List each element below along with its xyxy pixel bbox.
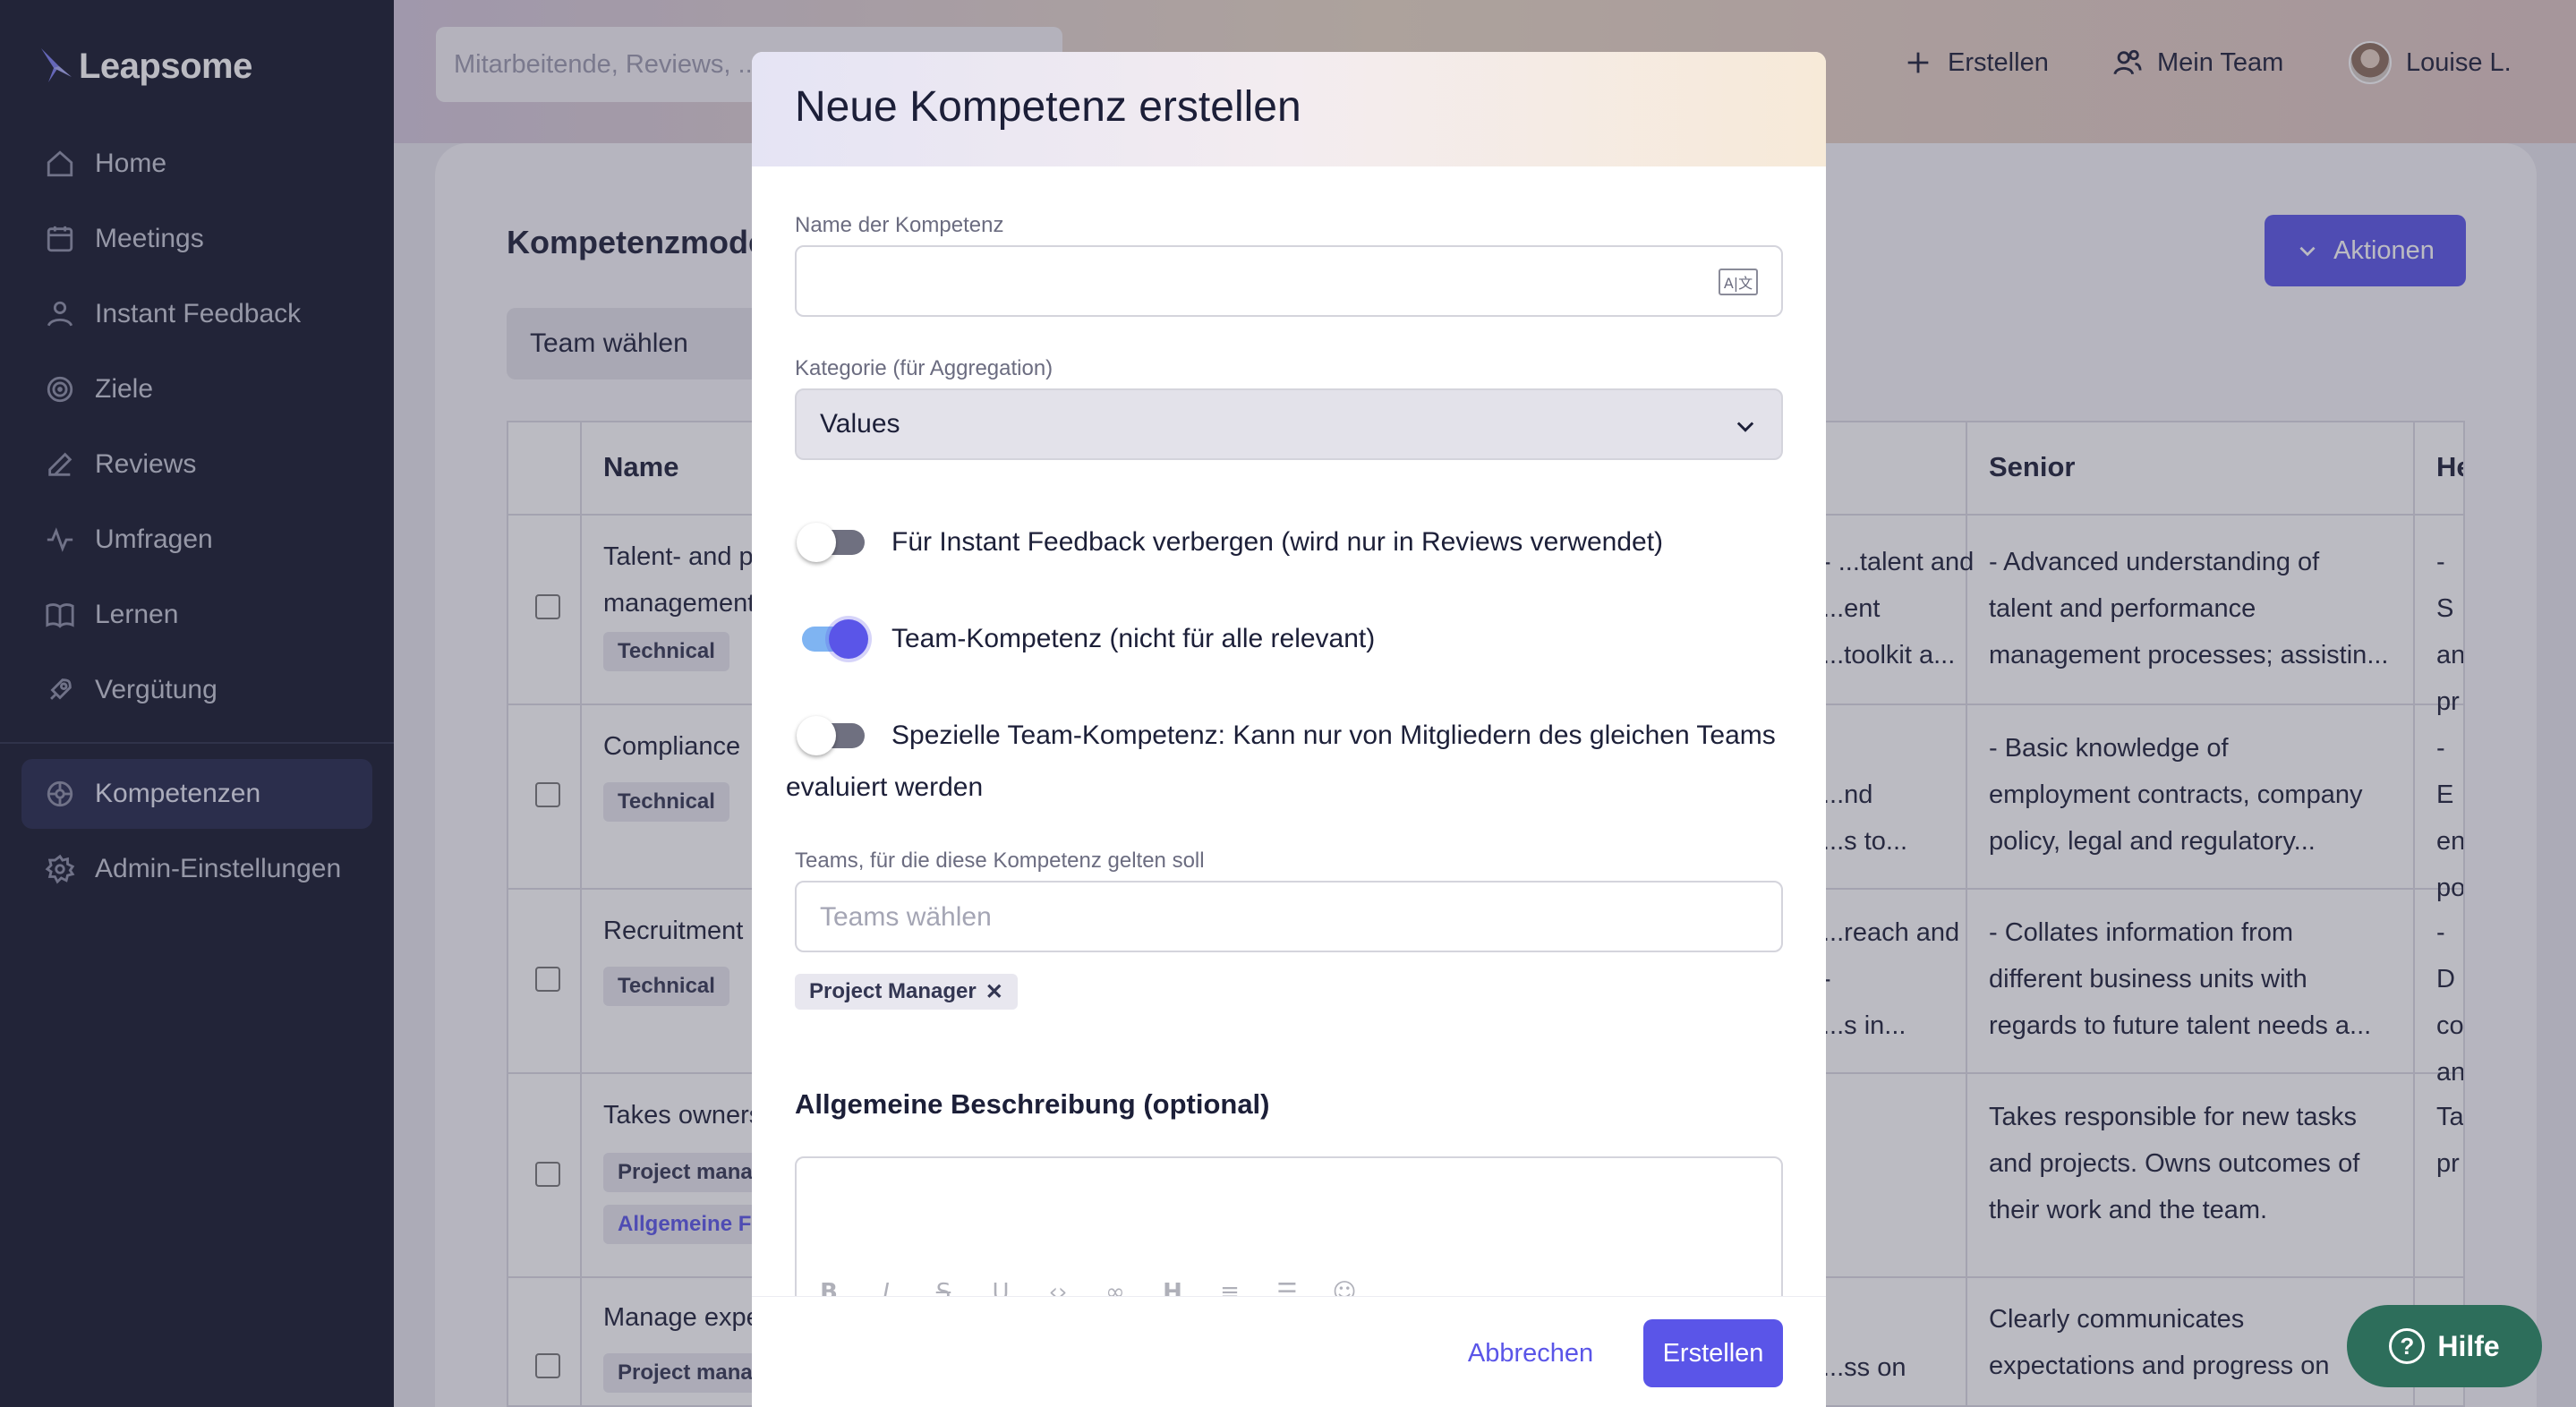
hide-instant-feedback-label: Für Instant Feedback verbergen (wird nur… [891,527,1664,557]
remove-chip-icon[interactable]: ✕ [985,979,1003,1005]
category-field-label: Kategorie (für Aggregation) [795,356,1053,380]
competency-name-input[interactable]: A|文 [795,245,1783,317]
modal-title: Neue Kompetenz erstellen [795,83,1301,131]
selected-team-chip: Project Manager ✕ [795,974,1018,1010]
help-button[interactable]: ? Hilfe [2347,1305,2542,1387]
translate-icon[interactable]: A|文 [1719,269,1758,295]
chevron-down-icon [1736,422,1754,432]
toggle-knob [829,619,868,659]
category-select[interactable]: Values [795,388,1783,460]
team-competency-label: Team-Kompetenz (nicht für alle relevant) [891,624,1376,653]
cancel-button[interactable]: Abbrechen [1459,1319,1602,1387]
special-team-competency-toggle[interactable] [797,716,865,755]
selected-team-label: Project Manager [809,979,977,1003]
team-competency-toggle[interactable] [802,619,868,659]
name-field-label: Name der Kompetenz [795,213,1004,237]
special-team-competency-label: Spezielle Team-Kompetenz: Kann nur von M… [891,721,1776,750]
hide-instant-feedback-toggle[interactable] [797,523,865,562]
help-label: Hilfe [2437,1329,2500,1362]
teams-placeholder: Teams wählen [820,902,992,932]
teams-field-label: Teams, für die diese Kompetenz gelten so… [795,848,1205,873]
create-competency-button[interactable]: Erstellen [1643,1319,1783,1387]
question-icon: ? [2389,1328,2426,1364]
teams-select-input[interactable]: Teams wählen [795,881,1783,952]
description-title: Allgemeine Beschreibung (optional) [795,1088,1270,1120]
toggle-knob [797,716,836,755]
special-team-competency-label-cont: evaluiert werden [786,772,984,802]
create-competency-modal: Neue Kompetenz erstellen Name der Kompet… [752,52,1826,1407]
category-value: Values [820,409,900,439]
toggle-knob [797,523,836,562]
